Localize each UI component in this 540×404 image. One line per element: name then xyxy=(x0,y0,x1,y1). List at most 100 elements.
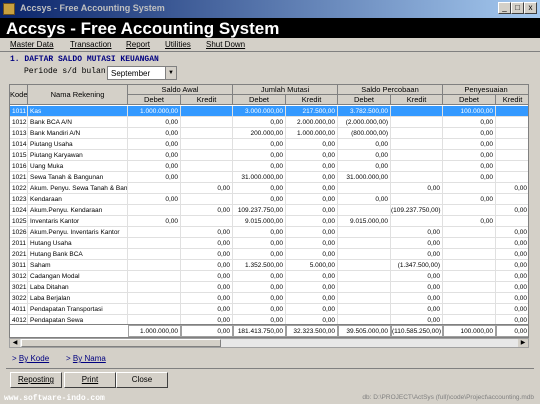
cell-mutasi-kredit: 1.000.000,00 xyxy=(286,128,338,139)
table-row[interactable]: 1015 Piutang Karyawan 0,00 0,00 0,00 0,00 0,00 xyxy=(10,150,528,161)
cell-saldo-awal-debet xyxy=(128,205,181,216)
print-button[interactable]: Print xyxy=(64,372,116,388)
cell-mutasi-debet: 0,00 xyxy=(233,183,286,194)
table-row[interactable]: 1022 Akum. Penyu. Sewa Tanah & Ban 0,00 0,0… xyxy=(10,183,528,194)
cell-mutasi-kredit: 0,00 xyxy=(286,216,338,227)
cell-percobaan-kredit xyxy=(391,150,443,161)
cell-mutasi-debet: 0,00 xyxy=(233,304,286,315)
table-row[interactable]: 1013 Bank Mandiri A/N 0,00 200.000,00 1.000.… xyxy=(10,128,528,139)
cell-penyesuaian-kredit: 0,00 xyxy=(496,293,528,304)
table-row[interactable]: 3011 Saham 0,00 1.352.500,00 5.000,00 (1.347.… xyxy=(10,260,528,271)
table-row[interactable]: 4011 Pendapatan Transportasi 0,00 0,00 0,00 0… xyxy=(10,304,528,315)
cell-penyesuaian-kredit xyxy=(496,128,528,139)
minimize-button[interactable]: _ xyxy=(498,2,511,14)
cell-mutasi-debet: 0,00 xyxy=(233,139,286,150)
header-debet: Debet xyxy=(233,95,286,105)
menu-report[interactable]: Report xyxy=(126,40,150,49)
cell-penyesuaian-debet: 0,00 xyxy=(443,194,496,205)
sort-by-nama-link[interactable]: > By Nama xyxy=(66,354,106,363)
cell-mutasi-debet: 0,00 xyxy=(233,249,286,260)
cell-percobaan-debet xyxy=(338,304,391,315)
cell-kode: 1011 xyxy=(10,106,28,117)
cell-penyesuaian-debet: 0,00 xyxy=(443,216,496,227)
cell-penyesuaian-kredit xyxy=(496,150,528,161)
table-row[interactable]: 1021 Sewa Tanah & Bangunan 0,00 31.000.000,… xyxy=(10,172,528,183)
cell-nama-rekening: Saham xyxy=(28,260,128,271)
table-row[interactable]: 1016 Uang Muka 0,00 0,00 0,00 0,00 0,00 xyxy=(10,161,528,172)
cell-percobaan-debet: 3.782.500,00 xyxy=(338,106,391,117)
cell-percobaan-kredit: (1.347.500,00) xyxy=(391,260,443,271)
header-penyesuaian: Penyesuaian xyxy=(443,85,528,95)
table-row[interactable]: 2011 Hutang Usaha 0,00 0,00 0,00 0,00 0,00 xyxy=(10,238,528,249)
table-row[interactable]: 1023 Kendaraan 0,00 0,00 0,00 0,00 0,00 xyxy=(10,194,528,205)
cell-mutasi-debet: 0,00 xyxy=(233,238,286,249)
chevron-down-icon[interactable]: ▼ xyxy=(165,67,176,79)
cell-penyesuaian-kredit: 0,00 xyxy=(496,271,528,282)
scrollbar-thumb[interactable] xyxy=(21,339,221,347)
cell-kode: 1021 xyxy=(12,172,28,183)
cell-mutasi-kredit: 0,00 xyxy=(286,293,338,304)
cell-percobaan-kredit xyxy=(391,194,443,205)
table-row[interactable]: 3021 Laba Ditahan 0,00 0,00 0,00 0,00 0,00 xyxy=(10,282,528,293)
table-row[interactable]: 1026 Akum.Penyu. Inventaris Kantor 0,00 0,0… xyxy=(10,227,528,238)
cell-nama-rekening: Bank Mandiri A/N xyxy=(28,128,128,139)
cell-nama-rekening: Bank BCA A/N xyxy=(28,117,128,128)
cell-penyesuaian-kredit xyxy=(496,161,528,172)
menu-utilities[interactable]: Utilities xyxy=(165,40,191,49)
header-debet: Debet xyxy=(128,95,181,105)
close-button[interactable]: Close xyxy=(116,372,168,388)
cell-saldo-awal-kredit: 0,00 xyxy=(181,205,233,216)
scroll-left-icon[interactable]: ◀ xyxy=(10,339,20,347)
cell-penyesuaian-debet: 0,00 xyxy=(443,161,496,172)
cell-kode: 3022 xyxy=(12,293,28,304)
cell-saldo-awal-kredit: 0,00 xyxy=(181,227,233,238)
table-row[interactable]: 1014 Piutang Usaha 0,00 0,00 0,00 0,00 0,00 xyxy=(10,139,528,150)
table-row[interactable]: 1012 Bank BCA A/N 0,00 0,00 2.000.000,00 (2.0… xyxy=(10,117,528,128)
reposting-button[interactable]: Reposting xyxy=(10,372,62,388)
ledger-grid[interactable]: Kode Nama Rekening Saldo Awal Jumlah Mut… xyxy=(9,84,529,338)
menu-transaction[interactable]: Transaction xyxy=(70,40,112,49)
cell-penyesuaian-debet: 0,00 xyxy=(443,128,496,139)
cell-saldo-awal-debet xyxy=(128,227,181,238)
cell-percobaan-kredit: 0,00 xyxy=(391,227,443,238)
app-banner: Accsys - Free Accounting System xyxy=(0,18,540,38)
cell-percobaan-kredit: 0,00 xyxy=(391,238,443,249)
menu-bar: Master Data Transaction Report Utilities… xyxy=(0,38,540,52)
cell-mutasi-kredit: 0,00 xyxy=(286,205,338,216)
cell-percobaan-kredit xyxy=(391,106,443,117)
cell-mutasi-kredit: 217.500,00 xyxy=(286,106,338,117)
cell-nama-rekening: Uang Muka xyxy=(28,161,128,172)
cell-kode: 4011 xyxy=(10,304,28,315)
cell-penyesuaian-debet xyxy=(443,282,496,293)
table-row[interactable]: 1011 Kas 1.000.000,00 3.000.000,00 217.500,0… xyxy=(10,106,528,117)
cell-penyesuaian-debet xyxy=(443,227,496,238)
menu-shut-down[interactable]: Shut Down xyxy=(206,40,245,49)
table-row[interactable]: 3012 Cadangan Modal 0,00 0,00 0,00 0,00 0,00 xyxy=(10,271,528,282)
table-row[interactable]: 1025 Inventaris Kantor 0,00 9.015.000,00 0,0… xyxy=(10,216,528,227)
cell-saldo-awal-debet xyxy=(128,271,181,282)
maximize-button[interactable]: □ xyxy=(511,2,524,14)
close-window-button[interactable]: x xyxy=(524,2,537,14)
cell-saldo-awal-debet xyxy=(128,293,181,304)
cell-percobaan-debet xyxy=(338,293,391,304)
cell-penyesuaian-kredit: 0,00 xyxy=(496,227,528,238)
sort-by-kode-link[interactable]: > By Kode xyxy=(12,354,49,363)
scroll-right-icon[interactable]: ▶ xyxy=(518,339,528,347)
cell-percobaan-kredit xyxy=(391,139,443,150)
menu-master-data[interactable]: Master Data xyxy=(10,40,54,49)
table-row[interactable]: 2021 Hutang Bank BCA 0,00 0,00 0,00 0,00 0,00 xyxy=(10,249,528,260)
cell-penyesuaian-kredit: 0,00 xyxy=(496,238,528,249)
totals-row: 1.000.000,00 0,00 181.413.750,00 32.323.… xyxy=(10,324,528,337)
cell-saldo-awal-kredit xyxy=(181,194,233,205)
cell-penyesuaian-kredit xyxy=(496,194,528,205)
chevron-right-icon: > xyxy=(12,354,17,363)
cell-mutasi-debet: 9.015.000,00 xyxy=(233,216,286,227)
total-penyesuaian-kredit: 0,00 xyxy=(496,325,528,337)
cell-mutasi-kredit: 0,00 xyxy=(286,183,338,194)
cell-percobaan-kredit xyxy=(391,128,443,139)
table-row[interactable]: 3022 Laba Berjalan 0,00 0,00 0,00 0,00 0,00 xyxy=(10,293,528,304)
cell-kode: 1026 xyxy=(12,227,28,238)
period-dropdown[interactable]: September ▼ xyxy=(107,66,177,80)
horizontal-scrollbar[interactable]: ◀ ▶ xyxy=(9,338,529,348)
table-row[interactable]: 1024 Akum.Penyu. Kendaraan 0,00 109.237.750… xyxy=(10,205,528,216)
